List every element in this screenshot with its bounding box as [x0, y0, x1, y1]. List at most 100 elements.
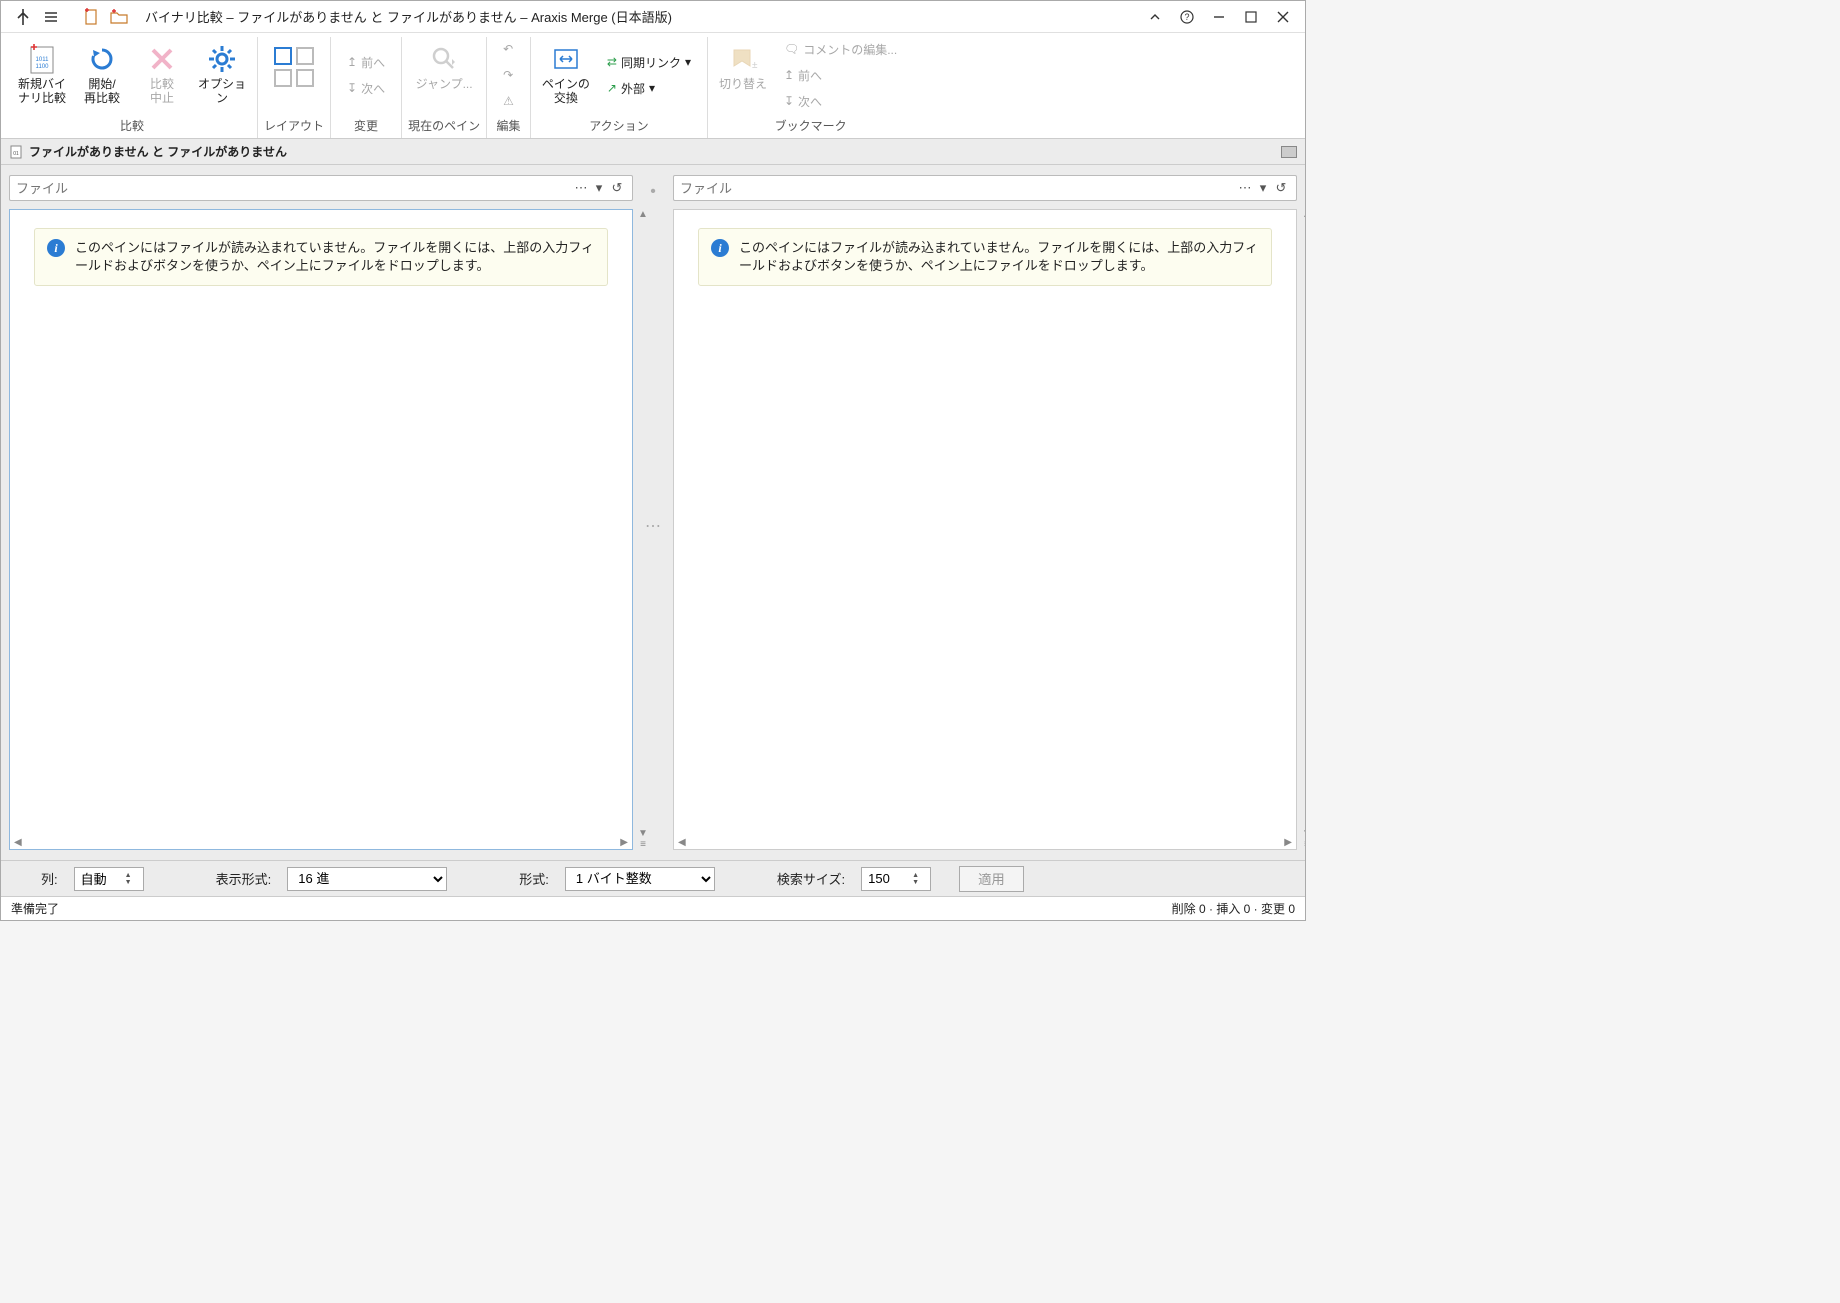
svg-text:?: ? [1184, 12, 1189, 22]
left-pane: ⋯ ▾ ↺ i このペインにはファイルが読み込まれていません。ファイルを開くには… [9, 175, 633, 850]
svg-text:±: ± [752, 60, 758, 71]
more-icon[interactable]: ⋯ [572, 179, 590, 197]
comment-icon: 🗨 [784, 42, 799, 56]
jump-button[interactable]: ジャンプ... [415, 37, 473, 113]
new-file-icon[interactable] [77, 3, 105, 31]
external-button[interactable]: ↗ 外部 ▾ [601, 76, 697, 100]
new-binary-compare-button[interactable]: 10111100 新規バイ ナリ比較 [13, 37, 71, 113]
group-label-layout: レイアウト [264, 117, 324, 134]
layout-icon [274, 41, 314, 87]
bookmark-toggle-button[interactable]: ± 切り替え [714, 37, 772, 113]
svg-text:01: 01 [13, 151, 19, 157]
format-select[interactable]: 1 バイト整数 [565, 867, 715, 891]
group-label-compare: 比較 [120, 117, 144, 134]
dropdown-icon: ▾ [649, 81, 655, 95]
close-button[interactable] [1269, 3, 1297, 31]
recompare-button[interactable]: 開始/ 再比較 [73, 37, 131, 113]
layout-button[interactable] [269, 37, 319, 113]
left-file-input-row: ⋯ ▾ ↺ [9, 175, 633, 201]
ribbon-group-change: ↥ 前へ ↧ 次へ 変更 [331, 37, 402, 138]
pane-layout-icon[interactable] [1281, 146, 1297, 158]
status-ready: 準備完了 [11, 900, 59, 917]
binary-doc-icon: 01 [9, 145, 23, 159]
arrow-down-icon: ↧ [784, 94, 794, 108]
columns-label: 列: [41, 869, 58, 888]
right-file-input[interactable] [680, 181, 1236, 196]
group-label-current-pane: 現在のペイン [408, 117, 480, 134]
warning-button[interactable]: ⚠ [497, 89, 520, 113]
arrow-down-icon: ↧ [347, 81, 357, 95]
left-file-input[interactable] [16, 181, 572, 196]
search-size-input[interactable] [862, 868, 912, 890]
left-info-banner: i このペインにはファイルが読み込まれていません。ファイルを開くには、上部の入力… [34, 228, 608, 286]
sync-link-button[interactable]: ⇄ 同期リンク ▾ [601, 50, 697, 74]
stop-compare-button[interactable]: 比較 中止 [133, 37, 191, 113]
status-diff: 削除 0 · 挿入 0 · 変更 0 [1172, 900, 1295, 917]
bookmark-next-button[interactable]: ↧ 次へ [778, 89, 903, 113]
help-icon[interactable]: ? [1173, 3, 1201, 31]
app-icon[interactable] [9, 3, 37, 31]
gear-icon [207, 41, 237, 77]
ribbon-group-action: ペインの 交換 ⇄ 同期リンク ▾ ↗ 外部 ▾ アクション [531, 37, 708, 138]
v-scrollbar[interactable]: ▲▼≡ [635, 209, 651, 850]
right-info-banner: i このペインにはファイルが読み込まれていません。ファイルを開くには、上部の入力… [698, 228, 1272, 286]
right-file-input-row: ⋯ ▾ ↺ [673, 175, 1297, 201]
chevron-down-icon[interactable]: ▾ [590, 179, 608, 197]
binary-file-icon: 10111100 [27, 41, 57, 77]
history-icon[interactable]: ↺ [1272, 179, 1290, 197]
columns-input[interactable] [75, 868, 125, 890]
format-label: 形式: [519, 869, 549, 888]
search-size-spinner[interactable]: ▲▼ [861, 867, 931, 891]
new-folder-icon[interactable] [105, 3, 133, 31]
undo-icon: ↶ [503, 42, 513, 56]
next-change-button[interactable]: ↧ 次へ [341, 76, 391, 100]
document-tab-title[interactable]: ファイルがありません と ファイルがありません [29, 143, 287, 160]
ribbon-group-compare: 10111100 新規バイ ナリ比較 開始/ 再比較 比較 中止 [7, 37, 258, 138]
group-label-edit: 編集 [496, 117, 520, 134]
titlebar: バイナリ比較 – ファイルがありません と ファイルがありません – Araxi… [1, 1, 1305, 33]
columns-spinner[interactable]: ▲▼ [74, 867, 144, 891]
document-tab-bar: 01 ファイルがありません と ファイルがありません [1, 139, 1305, 165]
maximize-button[interactable] [1237, 3, 1265, 31]
svg-text:1100: 1100 [36, 64, 50, 70]
arrow-up-icon: ↥ [347, 55, 357, 69]
refresh-icon [87, 41, 117, 77]
swap-panes-button[interactable]: ペインの 交換 [537, 37, 595, 113]
hamburger-menu-icon[interactable] [37, 3, 65, 31]
collapse-ribbon-icon[interactable] [1141, 3, 1169, 31]
edit-comment-button[interactable]: 🗨 コメントの編集... [778, 37, 903, 61]
right-pane-body[interactable]: i このペインにはファイルが読み込まれていません。ファイルを開くには、上部の入力… [673, 209, 1297, 850]
bookmark-prev-button[interactable]: ↥ 前へ [778, 63, 903, 87]
v-scrollbar[interactable]: ▲▼≡ [1299, 209, 1305, 850]
link-icon: ⇄ [607, 55, 617, 69]
prev-change-button[interactable]: ↥ 前へ [341, 50, 391, 74]
compare-area: ⋯ ▾ ↺ i このペインにはファイルが読み込まれていません。ファイルを開くには… [1, 165, 1305, 860]
history-icon[interactable]: ↺ [608, 179, 626, 197]
chevron-down-icon[interactable]: ▾ [1254, 179, 1272, 197]
info-text: このペインにはファイルが読み込まれていません。ファイルを開くには、上部の入力フィ… [75, 239, 595, 275]
group-label-change: 変更 [354, 117, 378, 134]
dropdown-icon: ▾ [685, 55, 691, 69]
h-scrollbar[interactable]: ◀▶ [10, 835, 632, 849]
bottom-controls: 列: ▲▼ 表示形式: 16 進 形式: 1 バイト整数 検索サイズ: ▲▼ 適… [1, 860, 1305, 896]
apply-button[interactable]: 適用 [959, 866, 1024, 892]
display-format-select[interactable]: 16 進 [287, 867, 447, 891]
group-label-action: アクション [589, 117, 648, 134]
svg-text:1011: 1011 [36, 57, 50, 63]
redo-icon: ↷ [503, 68, 513, 82]
redo-button[interactable]: ↷ [497, 63, 520, 87]
left-pane-body[interactable]: i このペインにはファイルが読み込まれていません。ファイルを開くには、上部の入力… [9, 209, 633, 850]
ribbon-group-current-pane: ジャンプ... 現在のペイン [402, 37, 487, 138]
right-pane: ⋯ ▾ ↺ i このペインにはファイルが読み込まれていません。ファイルを開くには… [673, 175, 1297, 850]
options-button[interactable]: オプション [193, 37, 251, 113]
arrow-up-icon: ↥ [784, 68, 794, 82]
display-format-label: 表示形式: [216, 869, 272, 888]
swap-icon [551, 41, 581, 77]
info-icon: i [47, 239, 65, 257]
undo-button[interactable]: ↶ [497, 37, 520, 61]
more-icon[interactable]: ⋯ [1236, 179, 1254, 197]
h-scrollbar[interactable]: ◀▶ [674, 835, 1296, 849]
minimize-button[interactable] [1205, 3, 1233, 31]
search-size-label: 検索サイズ: [777, 869, 845, 888]
warning-icon: ⚠ [503, 94, 514, 108]
